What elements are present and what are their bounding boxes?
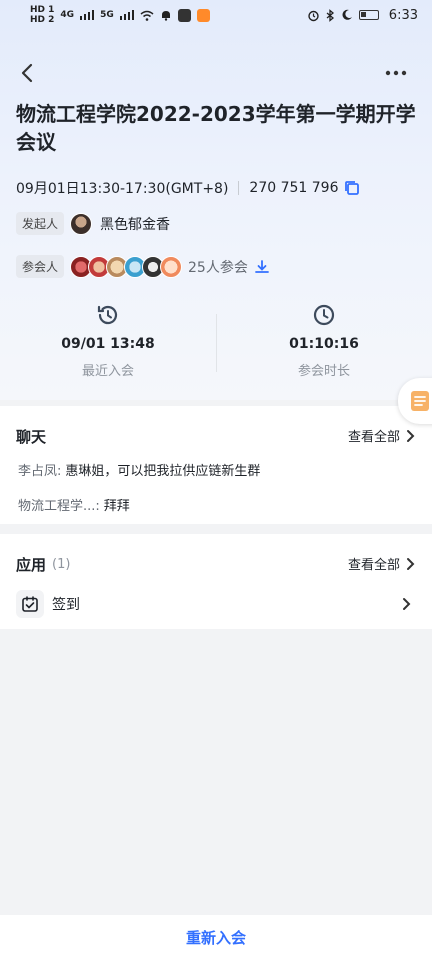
net1-label: 4G [60, 10, 75, 20]
message-text: 拜拜 [103, 499, 130, 514]
message-text: 惠琳姐，可以把我拉供应链新生群 [65, 464, 261, 479]
divider [216, 314, 217, 372]
notes-icon [411, 391, 429, 411]
apps-count: (1) [52, 556, 71, 572]
app-orange-icon [196, 8, 210, 22]
app-item-checkin[interactable]: 签到 [16, 590, 416, 618]
status-bar: HD 1 HD 2 4G 5G 6:33 [0, 0, 432, 30]
meeting-id: 270 751 796 [249, 180, 339, 196]
chat-header: 聊天 查看全部 [16, 426, 416, 446]
host-tag: 发起人 [16, 212, 65, 235]
attendee-avatars[interactable] [70, 255, 183, 278]
chat-title: 聊天 [16, 427, 47, 446]
hd1-label: HD 1 [30, 5, 55, 15]
apps-header: 应用 (1) 查看全部 [16, 554, 416, 574]
signal-icon [80, 10, 95, 20]
net2-label: 5G [100, 10, 114, 20]
message-sender: 物流工程学...: [18, 499, 100, 514]
host-row: 发起人 黑色郁金香 [16, 212, 170, 235]
apps-view-all-button[interactable]: 查看全部 [348, 554, 416, 573]
chat-message[interactable]: 李占凤: 惠琳姐，可以把我拉供应链新生群 [18, 460, 260, 479]
chevron-right-icon [403, 598, 411, 610]
status-time: 6:33 [388, 7, 418, 23]
bottom-bar: 重新入会 [0, 915, 432, 960]
hd2-label: HD 2 [30, 15, 55, 25]
chevron-left-icon[interactable] [16, 60, 40, 86]
chevron-right-icon [407, 557, 415, 570]
view-all-label: 查看全部 [347, 558, 400, 573]
copy-icon[interactable] [343, 179, 361, 197]
download-icon[interactable] [254, 259, 270, 275]
calendar-check-icon [16, 590, 44, 618]
apps-title: 应用 [16, 555, 47, 574]
alarm-icon [308, 10, 319, 21]
duration-value: 01:10:16 [289, 336, 359, 352]
last-join-stat: 09/01 13:48 最近入会 [0, 300, 216, 390]
duration-stat: 01:10:16 参会时长 [216, 300, 432, 390]
attendee-count: 25人参会 [188, 259, 248, 276]
bell-icon [161, 11, 170, 21]
chevron-right-icon [407, 429, 415, 442]
history-icon [97, 305, 118, 325]
signal-icon [119, 10, 134, 20]
meeting-stats: 09/01 13:48 最近入会 01:10:16 参会时长 [0, 300, 432, 390]
meeting-title: 物流工程学院2022-2023学年第一学期开学会议 [16, 102, 416, 154]
status-left: HD 1 HD 2 4G 5G [30, 5, 210, 25]
view-all-label: 查看全部 [347, 430, 400, 445]
last-join-label: 最近入会 [81, 364, 134, 379]
divider [238, 181, 240, 195]
nav-bar [0, 58, 432, 88]
wifi-icon [140, 10, 154, 21]
status-right: 6:33 [307, 8, 418, 23]
host-name: 黑色郁金香 [100, 216, 171, 233]
bluetooth-icon [326, 8, 334, 22]
meeting-time: 09月01日13:30-17:30(GMT+8) [16, 181, 229, 197]
attendee-tag: 参会人 [16, 255, 65, 278]
app-label: 签到 [52, 597, 80, 613]
floating-notes-button[interactable] [398, 378, 432, 424]
attendees-row[interactable]: 参会人 25人参会 [16, 255, 270, 278]
duration-label: 参会时长 [297, 364, 350, 379]
battery-icon [358, 10, 379, 20]
more-dots-icon[interactable] [382, 60, 410, 86]
meeting-info-row: 09月01日13:30-17:30(GMT+8) 270 751 796 [16, 177, 361, 199]
app-icon [177, 8, 191, 22]
clock-icon [313, 304, 335, 326]
chat-message[interactable]: 物流工程学...: 拜拜 [18, 495, 130, 514]
hd-indicators: HD 1 HD 2 [30, 5, 54, 25]
message-sender: 李占凤: [18, 464, 62, 479]
avatar[interactable] [70, 212, 93, 235]
avatar [160, 255, 183, 278]
chat-view-all-button[interactable]: 查看全部 [348, 426, 416, 445]
rejoin-button[interactable]: 重新入会 [186, 927, 246, 948]
moon-icon [342, 9, 352, 20]
last-join-value: 09/01 13:48 [61, 336, 155, 352]
